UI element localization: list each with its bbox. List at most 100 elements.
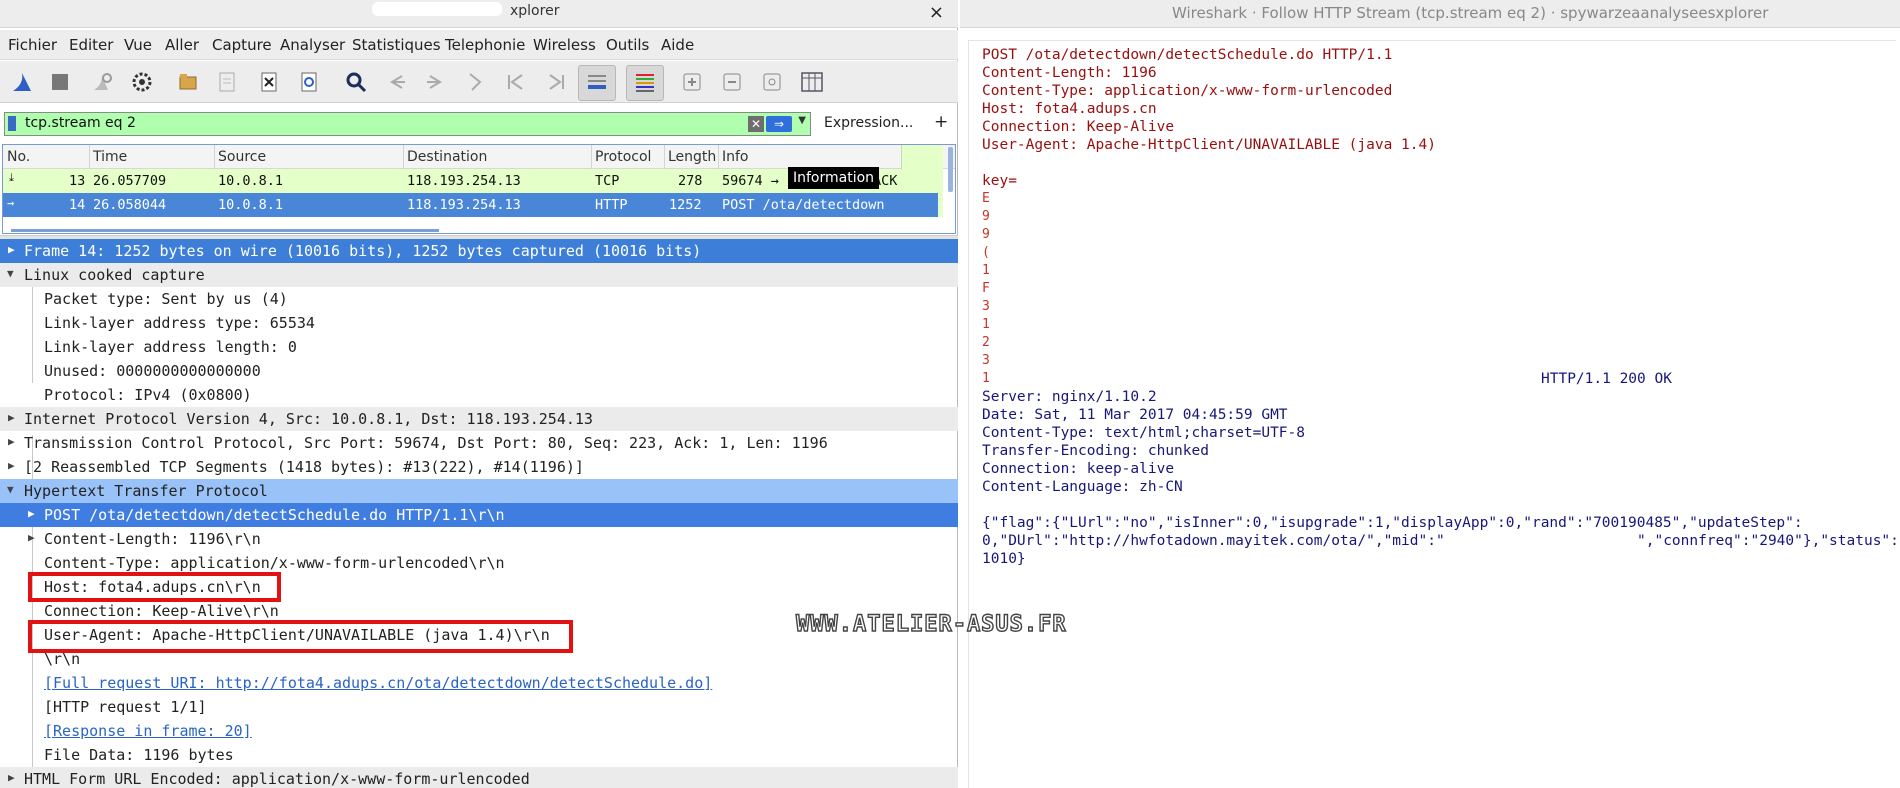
tree-row-reassembled-segments[interactable]: ▶ [2 Reassembled TCP Segments (1418 byte… [0, 455, 958, 479]
col-length[interactable]: Length [668, 149, 716, 165]
col-no[interactable]: No. [7, 149, 30, 165]
tree-row-link-layer-length[interactable]: Link-layer address length: 0 [0, 335, 958, 359]
tree-row-http[interactable]: ▼ Hypertext Transfer Protocol [0, 479, 958, 503]
tree-row-linux-cooked-capture[interactable]: ▼ Linux cooked capture [0, 263, 958, 287]
menu-editer[interactable]: Editer [69, 36, 113, 54]
autoscroll-icon[interactable] [578, 65, 616, 101]
packet-list[interactable]: No. Time Source Destination Protocol Len… [2, 144, 956, 234]
response-status-line: HTTP/1.1 200 OK [1541, 371, 1672, 387]
close-icon[interactable]: × [929, 2, 944, 23]
packet-source: 10.0.8.1 [218, 197, 284, 213]
tree-row-full-request-uri[interactable]: [Full request URI: http://fota4.adups.cn… [0, 671, 958, 695]
filter-dropdown-icon[interactable]: ▼ [798, 115, 806, 126]
packet-row-14[interactable]: → 14 26.058044 10.0.8.1 118.193.254.13 H… [3, 193, 938, 217]
packet-info: POST /ota/detectdown [722, 197, 885, 213]
col-info[interactable]: Info [722, 149, 749, 165]
forward-icon[interactable] [422, 68, 450, 96]
menu-vue[interactable]: Vue [124, 36, 152, 54]
expand-arrow-icon[interactable]: ▶ [28, 507, 35, 520]
col-time[interactable]: Time [93, 149, 127, 165]
redaction-mask [993, 191, 1893, 381]
colorize-icon[interactable] [626, 65, 664, 101]
response-frame-link[interactable]: [Response in frame: 20] [44, 722, 252, 740]
tree-row-tcp[interactable]: ▶ Transmission Control Protocol, Src Por… [0, 431, 958, 455]
redacted-body-fragment: 1 [982, 263, 990, 278]
main-title-bar: xplorer × [0, 0, 958, 28]
resize-columns-icon[interactable] [798, 68, 826, 96]
display-filter-bar: tcp.stream eq 2 ✕ ⇒ ▼ Expression... + [0, 109, 958, 139]
close-file-icon[interactable] [255, 68, 283, 96]
tree-row-protocol[interactable]: Protocol: IPv4 (0x0800) [0, 383, 958, 407]
col-protocol[interactable]: Protocol [595, 149, 651, 165]
col-destination[interactable]: Destination [407, 149, 487, 165]
back-icon[interactable] [382, 68, 410, 96]
collapse-arrow-icon[interactable]: ▼ [7, 483, 14, 496]
title-redaction [372, 2, 502, 16]
tree-row-response-in-frame[interactable]: [Response in frame: 20] [0, 719, 958, 743]
menu-fichier[interactable]: Fichier [8, 36, 57, 54]
col-source[interactable]: Source [218, 149, 266, 165]
expand-arrow-icon[interactable]: ▶ [8, 243, 15, 256]
tree-row-ipv4[interactable]: ▶ Internet Protocol Version 4, Src: 10.0… [0, 407, 958, 431]
info-tooltip: Information [788, 167, 880, 189]
save-file-icon[interactable] [213, 68, 241, 96]
expand-arrow-icon[interactable]: ▶ [8, 435, 15, 448]
first-packet-icon[interactable] [502, 68, 530, 96]
redacted-body-fragment: F [982, 281, 990, 296]
menu-wireless[interactable]: Wireless [533, 36, 596, 54]
menu-aller[interactable]: Aller [165, 36, 199, 54]
shark-fin-icon[interactable] [8, 68, 36, 96]
menu-outils[interactable]: Outils [606, 36, 649, 54]
filter-bookmark-icon[interactable] [8, 116, 16, 131]
tree-row-file-data[interactable]: File Data: 1196 bytes [0, 743, 958, 767]
expand-arrow-icon[interactable]: ▶ [28, 531, 35, 544]
packet-list-horizontal-scrollbar[interactable] [11, 229, 439, 232]
find-icon[interactable] [342, 68, 370, 96]
zoom-out-icon[interactable] [718, 68, 746, 96]
tree-row-content-length[interactable]: ▶ Content-Length: 1196\r\n [0, 527, 958, 551]
menu-statistiques[interactable]: Statistiques [352, 36, 441, 54]
last-packet-icon[interactable] [542, 68, 570, 96]
expand-arrow-icon[interactable]: ▶ [8, 459, 15, 472]
menu-telephonie[interactable]: Telephonie [445, 36, 525, 54]
menu-analyser[interactable]: Analyser [280, 36, 345, 54]
redacted-body-fragment: 3 [982, 299, 990, 314]
goto-packet-icon[interactable] [462, 68, 490, 96]
display-filter-input[interactable]: tcp.stream eq 2 ✕ ⇒ ▼ [4, 112, 811, 136]
response-json-line: ","connfreq":"2940"},"status": [1637, 533, 1899, 549]
options-gear-icon[interactable] [128, 68, 156, 96]
reload-icon[interactable] [295, 68, 323, 96]
request-header: User-Agent: Apache-HttpClient/UNAVAILABL… [982, 137, 1436, 153]
stream-content[interactable]: POST /ota/detectdown/detectSchedule.do H… [968, 40, 1899, 788]
packet-list-vertical-scrollbar[interactable] [948, 147, 953, 192]
collapse-arrow-icon[interactable]: ▼ [7, 267, 14, 280]
filter-text[interactable]: tcp.stream eq 2 [25, 115, 136, 131]
redacted-body-fragment: 3 [982, 353, 990, 368]
stop-icon[interactable] [46, 68, 74, 96]
redacted-body-fragment: 9 [982, 227, 990, 242]
packet-time: 26.057709 [93, 173, 167, 189]
response-header: Date: Sat, 11 Mar 2017 04:45:59 GMT [982, 407, 1288, 423]
tree-row-link-layer-type[interactable]: Link-layer address type: 65534 [0, 311, 958, 335]
tree-row-http-request-count[interactable]: [HTTP request 1/1] [0, 695, 958, 719]
packet-destination: 118.193.254.13 [407, 173, 521, 189]
expand-arrow-icon[interactable]: ▶ [8, 411, 15, 424]
expand-arrow-icon[interactable]: ▶ [8, 771, 15, 784]
expression-button[interactable]: Expression... [824, 115, 913, 131]
apply-filter-icon[interactable]: ⇒ [766, 116, 792, 132]
packet-details-tree[interactable]: ▶ Frame 14: 1252 bytes on wire (10016 bi… [0, 239, 958, 788]
tree-row-unused[interactable]: Unused: 0000000000000000 [0, 359, 958, 383]
add-filter-button[interactable]: + [934, 112, 948, 132]
zoom-in-icon[interactable] [678, 68, 706, 96]
restart-icon[interactable] [88, 68, 116, 96]
menu-aide[interactable]: Aide [661, 36, 694, 54]
normal-size-icon[interactable] [758, 68, 786, 96]
open-file-icon[interactable] [174, 68, 202, 96]
clear-filter-icon[interactable]: ✕ [748, 116, 764, 132]
tree-row-frame[interactable]: ▶ Frame 14: 1252 bytes on wire (10016 bi… [0, 239, 958, 263]
tree-row-html-form[interactable]: ▶ HTML Form URL Encoded: application/x-w… [0, 767, 958, 788]
menu-capture[interactable]: Capture [212, 36, 272, 54]
full-request-uri-link[interactable]: [Full request URI: http://fota4.adups.cn… [44, 674, 712, 692]
tree-row-http-request-line[interactable]: ▶ POST /ota/detectdown/detectSchedule.do… [0, 503, 958, 527]
tree-row-packet-type[interactable]: Packet type: Sent by us (4) [0, 287, 958, 311]
